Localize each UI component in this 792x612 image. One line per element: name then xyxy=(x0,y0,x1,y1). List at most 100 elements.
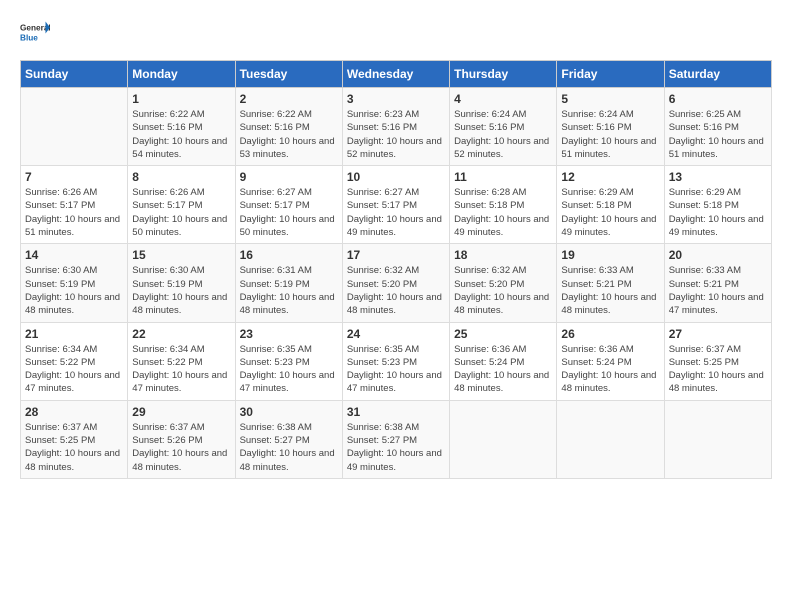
svg-text:Blue: Blue xyxy=(20,33,38,42)
day-info: Sunrise: 6:38 AMSunset: 5:27 PMDaylight:… xyxy=(347,421,445,474)
weekday-header-thursday: Thursday xyxy=(450,61,557,88)
day-number: 10 xyxy=(347,170,445,184)
calendar-cell: 1 Sunrise: 6:22 AMSunset: 5:16 PMDaylight… xyxy=(128,88,235,166)
weekday-header-sunday: Sunday xyxy=(21,61,128,88)
calendar-cell xyxy=(21,88,128,166)
calendar-cell: 4 Sunrise: 6:24 AMSunset: 5:16 PMDaylight… xyxy=(450,88,557,166)
calendar-table: SundayMondayTuesdayWednesdayThursdayFrid… xyxy=(20,60,772,479)
day-info: Sunrise: 6:27 AMSunset: 5:17 PMDaylight:… xyxy=(347,186,445,239)
calendar-cell: 20 Sunrise: 6:33 AMSunset: 5:21 PMDayligh… xyxy=(664,244,771,322)
day-number: 5 xyxy=(561,92,659,106)
day-info: Sunrise: 6:31 AMSunset: 5:19 PMDaylight:… xyxy=(240,264,338,317)
calendar-cell: 25Sunrise: 6:36 AMSunset: 5:24 PMDayligh… xyxy=(450,322,557,400)
day-number: 28 xyxy=(25,405,123,419)
day-info: Sunrise: 6:22 AMSunset: 5:16 PMDaylight:… xyxy=(132,108,230,161)
calendar-cell: 2 Sunrise: 6:22 AMSunset: 5:16 PMDaylight… xyxy=(235,88,342,166)
day-number: 6 xyxy=(669,92,767,106)
day-number: 18 xyxy=(454,248,552,262)
day-number: 21 xyxy=(25,327,123,341)
calendar-cell: 27 Sunrise: 6:37 AMSunset: 5:25 PMDayligh… xyxy=(664,322,771,400)
calendar-cell: 29 Sunrise: 6:37 AMSunset: 5:26 PMDayligh… xyxy=(128,400,235,478)
week-row-2: 7Sunrise: 6:26 AMSunset: 5:17 PMDaylight… xyxy=(21,166,772,244)
day-info: Sunrise: 6:37 AMSunset: 5:26 PMDaylight:… xyxy=(132,421,230,474)
day-number: 2 xyxy=(240,92,338,106)
day-number: 14 xyxy=(25,248,123,262)
day-info: Sunrise: 6:30 AMSunset: 5:19 PMDaylight:… xyxy=(25,264,123,317)
week-row-5: 28 Sunrise: 6:37 AMSunset: 5:25 PMDayligh… xyxy=(21,400,772,478)
calendar-cell: 16Sunrise: 6:31 AMSunset: 5:19 PMDayligh… xyxy=(235,244,342,322)
calendar-cell xyxy=(557,400,664,478)
day-number: 8 xyxy=(132,170,230,184)
calendar-cell: 6 Sunrise: 6:25 AMSunset: 5:16 PMDaylight… xyxy=(664,88,771,166)
calendar-cell: 12 Sunrise: 6:29 AMSunset: 5:18 PMDayligh… xyxy=(557,166,664,244)
weekday-header-friday: Friday xyxy=(557,61,664,88)
day-info: Sunrise: 6:36 AMSunset: 5:24 PMDaylight:… xyxy=(454,343,552,396)
calendar-cell xyxy=(450,400,557,478)
day-number: 11 xyxy=(454,170,552,184)
day-number: 24 xyxy=(347,327,445,341)
day-number: 15 xyxy=(132,248,230,262)
calendar-cell: 30 Sunrise: 6:38 AMSunset: 5:27 PMDayligh… xyxy=(235,400,342,478)
calendar-cell xyxy=(664,400,771,478)
day-number: 4 xyxy=(454,92,552,106)
calendar-cell: 5 Sunrise: 6:24 AMSunset: 5:16 PMDaylight… xyxy=(557,88,664,166)
calendar-cell: 14 Sunrise: 6:30 AMSunset: 5:19 PMDayligh… xyxy=(21,244,128,322)
day-number: 22 xyxy=(132,327,230,341)
day-number: 1 xyxy=(132,92,230,106)
calendar-cell: 31 Sunrise: 6:38 AMSunset: 5:27 PMDayligh… xyxy=(342,400,449,478)
calendar-cell: 28 Sunrise: 6:37 AMSunset: 5:25 PMDayligh… xyxy=(21,400,128,478)
day-number: 27 xyxy=(669,327,767,341)
day-info: Sunrise: 6:29 AMSunset: 5:18 PMDaylight:… xyxy=(561,186,659,239)
calendar-cell: 19 Sunrise: 6:33 AMSunset: 5:21 PMDayligh… xyxy=(557,244,664,322)
weekday-header-row: SundayMondayTuesdayWednesdayThursdayFrid… xyxy=(21,61,772,88)
calendar-cell: 10 Sunrise: 6:27 AMSunset: 5:17 PMDayligh… xyxy=(342,166,449,244)
day-info: Sunrise: 6:24 AMSunset: 5:16 PMDaylight:… xyxy=(454,108,552,161)
day-info: Sunrise: 6:22 AMSunset: 5:16 PMDaylight:… xyxy=(240,108,338,161)
day-info: Sunrise: 6:30 AMSunset: 5:19 PMDaylight:… xyxy=(132,264,230,317)
calendar-cell: 7Sunrise: 6:26 AMSunset: 5:17 PMDaylight… xyxy=(21,166,128,244)
day-number: 30 xyxy=(240,405,338,419)
week-row-3: 14 Sunrise: 6:30 AMSunset: 5:19 PMDayligh… xyxy=(21,244,772,322)
day-number: 20 xyxy=(669,248,767,262)
day-info: Sunrise: 6:37 AMSunset: 5:25 PMDaylight:… xyxy=(25,421,123,474)
weekday-header-tuesday: Tuesday xyxy=(235,61,342,88)
day-info: Sunrise: 6:25 AMSunset: 5:16 PMDaylight:… xyxy=(669,108,767,161)
day-number: 9 xyxy=(240,170,338,184)
day-number: 26 xyxy=(561,327,659,341)
calendar-cell: 3Sunrise: 6:23 AMSunset: 5:16 PMDaylight… xyxy=(342,88,449,166)
page-header: General Blue xyxy=(20,20,772,50)
calendar-cell: 13 Sunrise: 6:29 AMSunset: 5:18 PMDayligh… xyxy=(664,166,771,244)
day-number: 12 xyxy=(561,170,659,184)
calendar-cell: 8 Sunrise: 6:26 AMSunset: 5:17 PMDaylight… xyxy=(128,166,235,244)
day-info: Sunrise: 6:33 AMSunset: 5:21 PMDaylight:… xyxy=(669,264,767,317)
day-info: Sunrise: 6:26 AMSunset: 5:17 PMDaylight:… xyxy=(132,186,230,239)
calendar-cell: 22 Sunrise: 6:34 AMSunset: 5:22 PMDayligh… xyxy=(128,322,235,400)
day-info: Sunrise: 6:26 AMSunset: 5:17 PMDaylight:… xyxy=(25,186,123,239)
day-info: Sunrise: 6:35 AMSunset: 5:23 PMDaylight:… xyxy=(240,343,338,396)
day-info: Sunrise: 6:29 AMSunset: 5:18 PMDaylight:… xyxy=(669,186,767,239)
day-info: Sunrise: 6:36 AMSunset: 5:24 PMDaylight:… xyxy=(561,343,659,396)
day-info: Sunrise: 6:23 AMSunset: 5:16 PMDaylight:… xyxy=(347,108,445,161)
day-info: Sunrise: 6:34 AMSunset: 5:22 PMDaylight:… xyxy=(132,343,230,396)
calendar-cell: 26 Sunrise: 6:36 AMSunset: 5:24 PMDayligh… xyxy=(557,322,664,400)
weekday-header-wednesday: Wednesday xyxy=(342,61,449,88)
day-info: Sunrise: 6:28 AMSunset: 5:18 PMDaylight:… xyxy=(454,186,552,239)
weekday-header-saturday: Saturday xyxy=(664,61,771,88)
logo: General Blue xyxy=(20,20,50,50)
day-info: Sunrise: 6:34 AMSunset: 5:22 PMDaylight:… xyxy=(25,343,123,396)
day-info: Sunrise: 6:38 AMSunset: 5:27 PMDaylight:… xyxy=(240,421,338,474)
day-info: Sunrise: 6:32 AMSunset: 5:20 PMDaylight:… xyxy=(347,264,445,317)
day-number: 17 xyxy=(347,248,445,262)
calendar-cell: 17 Sunrise: 6:32 AMSunset: 5:20 PMDayligh… xyxy=(342,244,449,322)
calendar-cell: 15 Sunrise: 6:30 AMSunset: 5:19 PMDayligh… xyxy=(128,244,235,322)
day-number: 13 xyxy=(669,170,767,184)
day-info: Sunrise: 6:24 AMSunset: 5:16 PMDaylight:… xyxy=(561,108,659,161)
calendar-cell: 23Sunrise: 6:35 AMSunset: 5:23 PMDayligh… xyxy=(235,322,342,400)
day-info: Sunrise: 6:33 AMSunset: 5:21 PMDaylight:… xyxy=(561,264,659,317)
day-number: 31 xyxy=(347,405,445,419)
day-number: 29 xyxy=(132,405,230,419)
day-info: Sunrise: 6:37 AMSunset: 5:25 PMDaylight:… xyxy=(669,343,767,396)
weekday-header-monday: Monday xyxy=(128,61,235,88)
calendar-cell: 11 Sunrise: 6:28 AMSunset: 5:18 PMDayligh… xyxy=(450,166,557,244)
day-number: 19 xyxy=(561,248,659,262)
